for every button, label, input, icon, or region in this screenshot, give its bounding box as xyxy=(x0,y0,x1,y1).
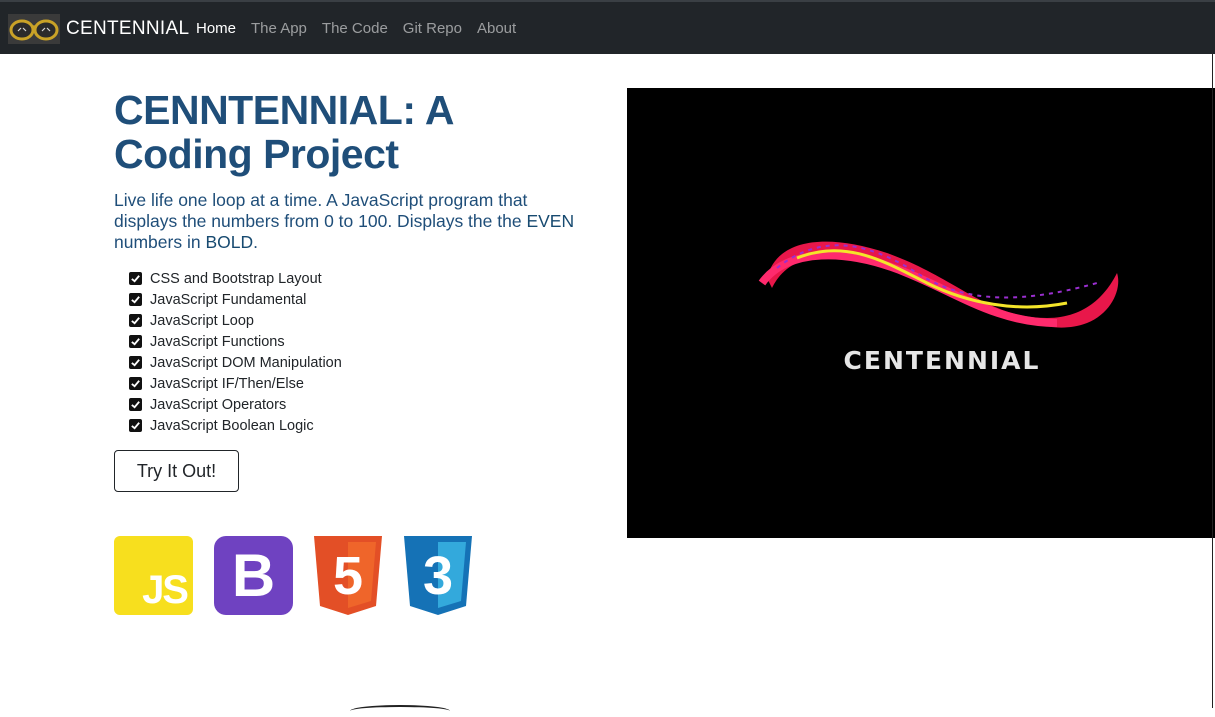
feature-label: JavaScript Fundamental xyxy=(150,291,307,308)
lead-bold: BOLD xyxy=(205,232,254,252)
lead-end: . xyxy=(253,232,258,252)
checkbox-checked-icon xyxy=(129,314,142,327)
feature-label: JavaScript IF/Then/Else xyxy=(150,375,304,392)
checkbox-checked-icon xyxy=(129,377,142,390)
javascript-logo-icon: JS xyxy=(114,536,193,615)
feature-label: JavaScript Loop xyxy=(150,312,254,329)
page-title: CENNTENNIAL: A Coding Project xyxy=(114,87,453,177)
try-it-out-button[interactable]: Try It Out! xyxy=(114,450,239,492)
lead-part2: numbers in xyxy=(114,232,206,252)
nav-links: Home The App The Code Git Repo About xyxy=(196,20,531,37)
feature-label: JavaScript Operators xyxy=(150,396,287,413)
nav-link-about[interactable]: About xyxy=(477,20,516,37)
lead-text: Live life one loop at a time. A JavaScri… xyxy=(114,190,594,253)
feature-item: JavaScript Loop xyxy=(129,310,342,331)
feature-label: CSS and Bootstrap Layout xyxy=(150,270,322,287)
brand[interactable]: CENTENNIAL xyxy=(8,14,189,44)
js-logo-text: JS xyxy=(142,568,189,612)
feature-item: CSS and Bootstrap Layout xyxy=(129,268,342,289)
hero-image: CENTENNIAL xyxy=(627,88,1215,538)
feature-label: JavaScript Boolean Logic xyxy=(150,417,314,434)
hero-image-caption: CENTENNIAL xyxy=(844,346,1041,375)
checkbox-checked-icon xyxy=(129,293,142,306)
feature-item: JavaScript Functions xyxy=(129,331,342,352)
nav-link-the-app[interactable]: The App xyxy=(251,20,307,37)
navbar: CENTENNIAL Home The App The Code Git Rep… xyxy=(0,0,1215,54)
html5-logo-icon: 5 xyxy=(314,536,382,615)
bootstrap-logo-text: B xyxy=(231,541,276,609)
feature-label: JavaScript DOM Manipulation xyxy=(150,354,342,371)
window-edge xyxy=(1212,54,1213,708)
centennial-ribbon-graphic: CENTENNIAL xyxy=(627,88,1215,538)
brand-name: CENTENNIAL xyxy=(66,18,190,39)
bottom-shape xyxy=(350,705,450,717)
css3-logo-number: 3 xyxy=(423,546,453,606)
checkbox-checked-icon xyxy=(129,356,142,369)
feature-item: JavaScript DOM Manipulation xyxy=(129,352,342,373)
checkbox-checked-icon xyxy=(129,398,142,411)
feature-label: JavaScript Functions xyxy=(150,333,285,350)
nav-link-the-code[interactable]: The Code xyxy=(322,20,388,37)
checkbox-checked-icon xyxy=(129,419,142,432)
lead-part1: Live life one loop at a time. A JavaScri… xyxy=(114,190,528,231)
nav-link-home[interactable]: Home xyxy=(196,20,236,37)
feature-list: CSS and Bootstrap Layout JavaScript Fund… xyxy=(129,268,342,436)
html5-logo-number: 5 xyxy=(333,546,363,606)
feature-item: JavaScript Operators xyxy=(129,394,342,415)
glasses-logo-icon xyxy=(8,14,60,44)
feature-item: JavaScript Fundamental xyxy=(129,289,342,310)
feature-item: JavaScript IF/Then/Else xyxy=(129,373,342,394)
lead-even: EVEN xyxy=(526,211,575,231)
css3-logo-icon: 3 xyxy=(404,536,472,615)
nav-link-git-repo[interactable]: Git Repo xyxy=(403,20,462,37)
feature-item: JavaScript Boolean Logic xyxy=(129,415,342,436)
bootstrap-logo-icon: B xyxy=(214,536,293,615)
checkbox-checked-icon xyxy=(129,335,142,348)
checkbox-checked-icon xyxy=(129,272,142,285)
